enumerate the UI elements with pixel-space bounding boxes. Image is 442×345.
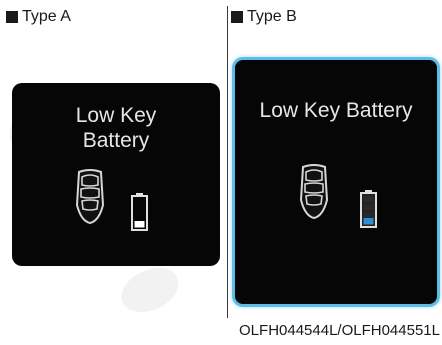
watermark-shape [114,259,186,321]
battery-icon [360,190,377,228]
type-a-message-line2: Battery [82,129,150,152]
battery-level-fill [363,218,374,225]
key-fob-icon [75,169,105,225]
battery-level-fill [134,221,145,228]
square-bullet-icon [6,11,18,23]
type-b-label: Type B [231,8,297,26]
type-b-display: Low Key Battery [232,57,440,307]
key-fob-icon [299,164,329,220]
column-divider [227,6,228,318]
battery-icon [131,193,148,231]
type-a-label-text: Type A [22,8,71,25]
type-a-label: Type A [6,8,71,26]
type-b-label-text: Type B [247,8,297,25]
type-b-message: Low Key Battery [259,99,413,122]
square-bullet-icon [231,11,243,23]
type-a-message: Low Key Battery [12,103,220,153]
type-a-display: Low Key Battery [12,83,220,266]
type-a-message-line1: Low Key [75,104,157,127]
figure-code-caption: OLFH044544L/OLFH044551L [239,322,440,339]
